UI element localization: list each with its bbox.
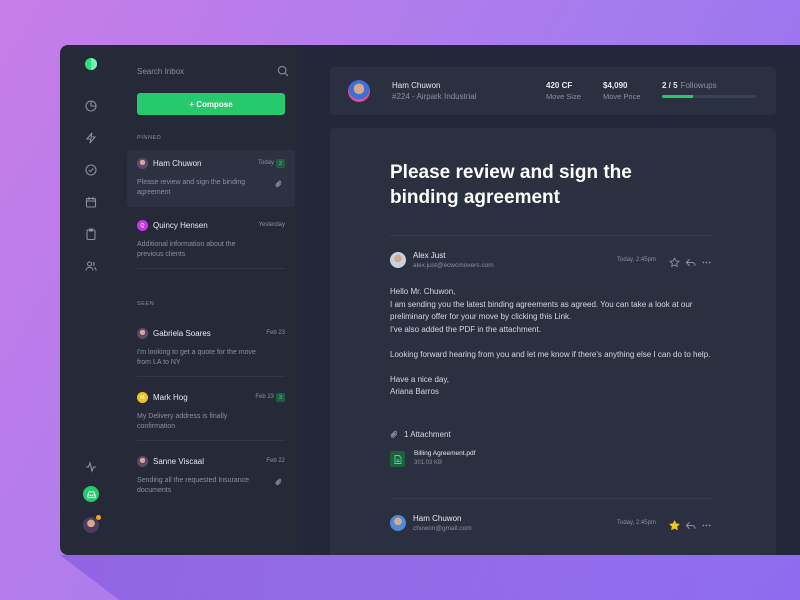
avatar: M — [137, 392, 148, 403]
list-item[interactable]: Ham Chuwon Today 2 Please review and sig… — [127, 150, 295, 207]
bolt-icon[interactable] — [83, 130, 99, 146]
paperclip-icon — [390, 430, 398, 438]
avatar — [137, 456, 148, 467]
email-body: Hello Mr. Chuwon, I am sending you the l… — [390, 286, 720, 399]
contact-subtitle: #224 - Airpark Industrial — [392, 92, 477, 101]
followups-progress-bar — [662, 95, 756, 98]
body-spacer — [390, 361, 720, 374]
main-panel: Ham Chuwon #224 - Airpark Industrial 420… — [297, 45, 800, 555]
logo-icon — [85, 58, 97, 70]
reply-icon[interactable] — [685, 518, 696, 530]
sender-name: Quincy Hensen — [153, 221, 208, 230]
clipboard-icon[interactable] — [83, 226, 99, 242]
avatar — [137, 158, 148, 169]
message-time: Today, 2:45pm — [617, 520, 656, 526]
contact-name: Ham Chuwon — [392, 81, 441, 90]
divider — [137, 268, 285, 269]
users-icon[interactable] — [83, 258, 99, 274]
reply-icon[interactable] — [685, 255, 696, 267]
search-bar[interactable]: Search Inbox — [137, 65, 289, 79]
followups-progress-fill — [662, 95, 694, 98]
attachments-count: 1 Attachment — [404, 430, 451, 439]
sender-name: Alex Just — [413, 251, 446, 260]
attachments-header: 1 Attachment — [390, 430, 451, 439]
star-icon[interactable] — [669, 518, 680, 531]
sender-name: Ham Chuwon — [153, 159, 202, 168]
divider — [137, 440, 285, 441]
notification-dot — [96, 515, 101, 520]
message-date: Feb 22 — [266, 458, 285, 464]
body-line: Have a nice day, — [390, 374, 449, 384]
sender-name: Mark Hog — [153, 393, 188, 402]
message-preview: Sending all the requested Insurance docu… — [137, 477, 250, 494]
sender-email: chuwon@gmail.com — [413, 525, 472, 532]
inbox-panel: Search Inbox + Compose PINNED Ham Chuwon… — [122, 45, 297, 555]
paperclip-icon — [275, 478, 282, 485]
sender-name: Ham Chuwon — [413, 514, 462, 523]
body-line: Looking forward hearing from you and let… — [390, 349, 711, 359]
message-date: Yesterday — [258, 222, 285, 228]
file-icon[interactable] — [390, 451, 405, 467]
paperclip-icon — [275, 180, 282, 187]
divider — [137, 376, 285, 377]
list-item[interactable]: Q Quincy Hensen Yesterday Additional inf… — [127, 212, 295, 269]
nav-rail — [60, 45, 122, 555]
body-spacer — [390, 336, 720, 349]
move-price-label: Move Price — [603, 92, 641, 101]
sender-name: Sanne Viscaal — [153, 457, 204, 466]
more-icon[interactable] — [701, 518, 712, 529]
message-date: Feb 23 — [266, 330, 285, 336]
move-size-label: Move Size — [546, 92, 582, 101]
avatar: Q — [137, 220, 148, 231]
calendar-icon[interactable] — [83, 194, 99, 210]
followups-label: Followups — [680, 81, 717, 90]
avatar[interactable] — [348, 80, 370, 102]
pinned-label: PINNED — [137, 135, 162, 141]
user-avatar[interactable] — [83, 515, 101, 533]
move-size-value: 420 CF — [546, 81, 573, 90]
body-line: I've also added the PDF in the attachmen… — [390, 324, 541, 334]
star-icon[interactable] — [669, 255, 680, 268]
inbox-icon[interactable] — [83, 486, 99, 502]
pie-chart-icon[interactable] — [83, 98, 99, 114]
body-line: Hello Mr. Chuwon, — [390, 287, 456, 296]
email-subject: Please review and sign the binding agree… — [390, 162, 632, 208]
message-date: Today — [257, 160, 274, 166]
sender-name: Gabriela Soares — [153, 329, 211, 338]
divider — [390, 498, 713, 499]
body-line: I am sending you the latest binding agre… — [390, 299, 693, 322]
app-window: Search Inbox + Compose PINNED Ham Chuwon… — [60, 45, 800, 555]
more-icon[interactable] — [701, 255, 712, 266]
message-date: Feb 23 — [255, 394, 274, 400]
avatar — [390, 252, 406, 268]
move-price-value: $4,090 — [603, 81, 628, 90]
sender-email: alex.just@ecwcmovers.com — [413, 262, 494, 269]
search-input[interactable]: Search Inbox — [137, 67, 184, 76]
compose-button[interactable]: + Compose — [137, 93, 285, 115]
list-item[interactable]: Gabriela Soares Feb 23 I'm looking to ge… — [127, 320, 295, 377]
followups-value: 2 / 5 Followups — [662, 81, 717, 90]
avatar — [390, 515, 406, 531]
message-preview: Additional information about the previou… — [137, 241, 236, 258]
contact-header: Ham Chuwon #224 - Airpark Industrial 420… — [330, 67, 776, 115]
email-thread: Please review and sign the binding agree… — [330, 128, 776, 555]
list-item[interactable]: Sanne Viscaal Feb 22 Sending all the req… — [127, 448, 295, 505]
message-preview: Please review and sign the binding agree… — [137, 179, 246, 196]
seen-label: SEEN — [137, 301, 155, 307]
attachment-size: 301.03 KB — [414, 460, 443, 466]
message-preview: My Delivery address is finally confirmat… — [137, 413, 228, 430]
search-icon[interactable] — [277, 65, 289, 77]
message-preview: I'm looking to get a quote for the move … — [137, 349, 256, 366]
list-item[interactable]: M Mark Hog Feb 23 3 My Delivery address … — [127, 384, 295, 441]
avatar — [137, 328, 148, 339]
attachment-name[interactable]: Billing Agreement.pdf — [414, 450, 475, 457]
count-badge: 2 — [276, 159, 285, 168]
message-time: Today, 2:45pm — [617, 257, 656, 263]
background-shadow — [60, 555, 800, 600]
divider — [390, 235, 713, 236]
count-badge: 3 — [276, 393, 285, 402]
activity-icon[interactable] — [83, 459, 99, 475]
body-line: Ariana Barros — [390, 387, 439, 396]
check-circle-icon[interactable] — [83, 162, 99, 178]
